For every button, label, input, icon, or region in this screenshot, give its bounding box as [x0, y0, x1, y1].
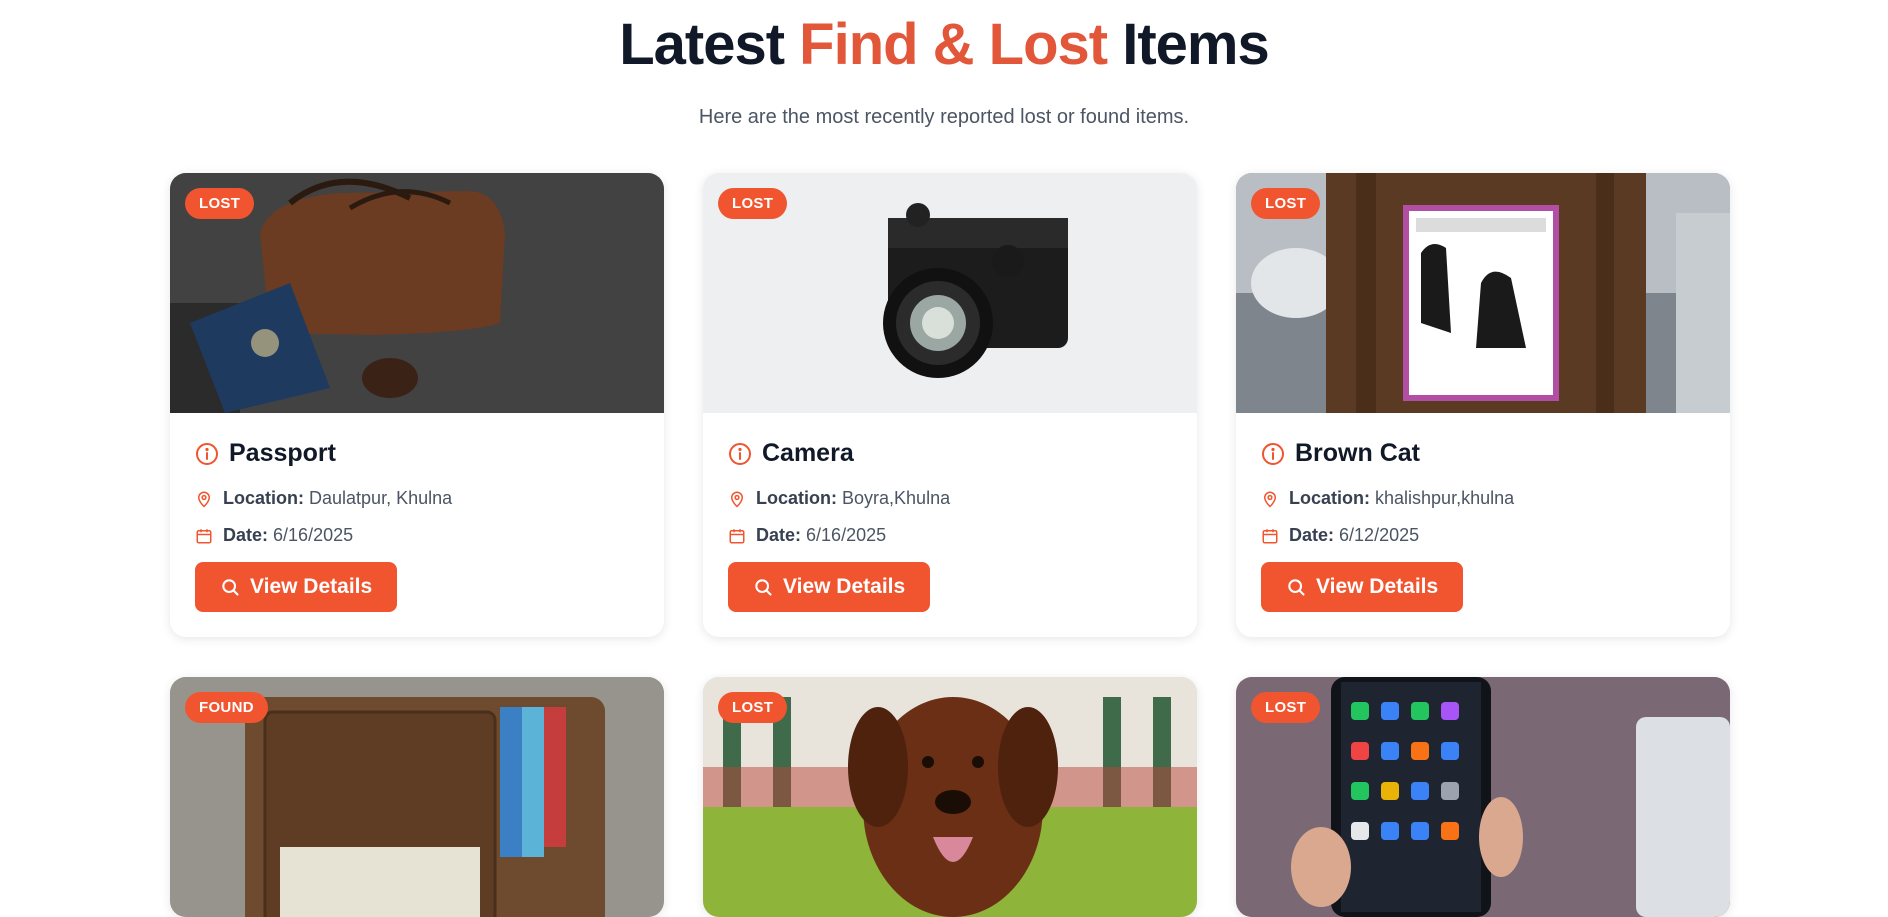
item-card: LOST Camera Location: Boyra,Khulna Date:…: [703, 173, 1197, 637]
status-badge: LOST: [718, 692, 788, 723]
info-icon: [1261, 442, 1285, 466]
status-badge: LOST: [185, 188, 255, 219]
item-title: Brown Cat: [1295, 439, 1420, 467]
location-value: Daulatpur, Khulna: [309, 488, 453, 508]
calendar-icon: [728, 526, 746, 546]
search-icon: [753, 577, 773, 597]
item-image: LOST: [703, 677, 1197, 917]
location-label: Location:: [1289, 488, 1370, 508]
item-location: Location: khalishpur,khulna: [1261, 488, 1705, 509]
item-card: FOUND: [170, 677, 664, 917]
item-image: FOUND: [170, 677, 664, 917]
status-badge: LOST: [1251, 188, 1321, 219]
status-badge: LOST: [1251, 692, 1321, 723]
location-value: khalishpur,khulna: [1375, 488, 1515, 508]
status-badge: FOUND: [185, 692, 268, 723]
location-label: Location:: [223, 488, 304, 508]
info-icon: [728, 442, 752, 466]
status-badge: LOST: [718, 188, 788, 219]
title-part-1: Latest: [619, 12, 785, 77]
location-label: Location:: [756, 488, 837, 508]
view-details-button[interactable]: View Details: [1261, 562, 1464, 612]
calendar-icon: [1261, 526, 1279, 546]
item-image: LOST: [703, 173, 1197, 413]
item-card: LOST: [1236, 677, 1730, 917]
page-title: Latest Find & Lost Items: [0, 0, 1888, 78]
item-card: LOST: [703, 677, 1197, 917]
item-location: Location: Boyra,Khulna: [728, 488, 1172, 509]
item-card: LOST Brown Cat Location: khalishpur,khul…: [1236, 173, 1730, 637]
item-location: Location: Daulatpur, Khulna: [195, 488, 639, 509]
date-value: 6/16/2025: [806, 525, 887, 545]
map-pin-icon: [195, 489, 213, 509]
title-part-2: Items: [1122, 12, 1270, 77]
view-details-label: View Details: [783, 575, 906, 598]
map-pin-icon: [1261, 489, 1279, 509]
item-image: LOST: [170, 173, 664, 413]
date-label: Date:: [223, 525, 269, 545]
item-card: LOST Passport Location: Daulatpur, Khuln…: [170, 173, 664, 637]
item-title: Passport: [229, 439, 336, 467]
view-details-button[interactable]: View Details: [728, 562, 931, 612]
search-icon: [1286, 577, 1306, 597]
view-details-label: View Details: [1316, 575, 1439, 598]
items-grid: LOST Passport Location: Daulatpur, Khuln…: [170, 173, 1730, 917]
page-subtitle: Here are the most recently reported lost…: [698, 106, 1190, 128]
date-value: 6/12/2025: [1339, 525, 1420, 545]
date-label: Date:: [1289, 525, 1335, 545]
info-icon: [195, 442, 219, 466]
search-icon: [220, 577, 240, 597]
item-image: LOST: [1236, 677, 1730, 917]
item-date: Date: 6/12/2025: [1261, 525, 1705, 546]
calendar-icon: [195, 526, 213, 546]
map-pin-icon: [728, 489, 746, 509]
view-details-button[interactable]: View Details: [195, 562, 398, 612]
item-title: Camera: [762, 439, 854, 467]
item-image: LOST: [1236, 173, 1730, 413]
location-value: Boyra,Khulna: [842, 488, 951, 508]
item-date: Date: 6/16/2025: [728, 525, 1172, 546]
item-date: Date: 6/16/2025: [195, 525, 639, 546]
view-details-label: View Details: [250, 575, 373, 598]
date-label: Date:: [756, 525, 802, 545]
title-accent: Find & Lost: [799, 12, 1108, 77]
date-value: 6/16/2025: [273, 525, 354, 545]
